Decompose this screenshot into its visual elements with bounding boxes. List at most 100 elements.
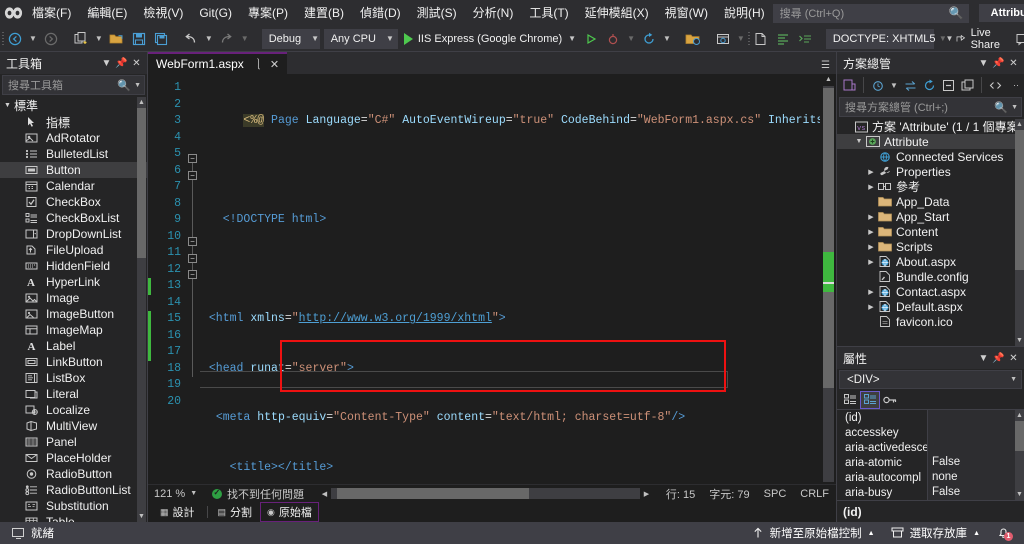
expander-icon[interactable]: ▼ <box>853 138 865 145</box>
attach-to-process-button[interactable] <box>602 28 624 50</box>
attach-dropdown-icon[interactable]: ▼ <box>624 34 638 43</box>
start-without-debugging-button[interactable] <box>580 28 602 50</box>
configuration-dropdown[interactable]: Debug ▼ <box>261 28 320 49</box>
expander-icon[interactable]: ▶ <box>865 183 877 191</box>
browse-with-button[interactable] <box>682 28 704 50</box>
toolbox-item-multiview[interactable]: MultiView <box>0 418 147 434</box>
property-row[interactable]: aria-activedesce <box>837 440 1024 455</box>
tree-node-bundle-config[interactable]: Bundle.config <box>837 269 1024 284</box>
alphabetical-view-icon[interactable] <box>860 390 880 409</box>
properties-object-dropdown[interactable]: <DIV> ▼ <box>839 370 1022 389</box>
tree-node-content[interactable]: ▶ Content <box>837 224 1024 239</box>
toolbox-search-input[interactable]: 搜尋工具箱 🔍 ▼ <box>2 75 145 95</box>
tree-node--[interactable]: ▶ 參考 <box>837 179 1024 194</box>
menu-build[interactable]: 建置(B) <box>296 0 352 26</box>
hscroll-thumb[interactable] <box>337 488 529 499</box>
property-value[interactable]: False <box>927 485 1024 500</box>
tree-node-favicon-ico[interactable]: favicon.ico <box>837 314 1024 329</box>
pending-changes-dropdown-icon[interactable]: ▼ <box>887 81 901 90</box>
toolbar-overflow-icon[interactable]: ▼ <box>936 34 950 43</box>
tab-close-icon[interactable]: ✕ <box>267 58 282 71</box>
tab-pin-icon[interactable]: ⎱ <box>250 56 267 72</box>
toolbox-scrollbar-thumb[interactable] <box>137 108 146 258</box>
chevron-down-icon[interactable]: ▼ <box>1011 104 1018 111</box>
properties-scroll-down-icon[interactable]: ▼ <box>1015 489 1024 500</box>
property-value[interactable]: False <box>927 455 1024 470</box>
zoom-level-dropdown[interactable]: 121 % ▼ <box>148 488 204 500</box>
run-target-dropdown-icon[interactable]: ▼ <box>568 34 576 43</box>
redo-dropdown-icon[interactable]: ▼ <box>238 34 252 43</box>
editor-tab-webform1[interactable]: WebForm1.aspx ⎱ ✕ <box>148 52 288 74</box>
toolbox-pin-icon[interactable]: 📌 <box>114 54 129 72</box>
add-to-source-control-button[interactable]: 新增至原始檔控制 ▲ <box>744 522 883 544</box>
property-row[interactable]: aria-autocompl none <box>837 470 1024 485</box>
tree-node-app-start[interactable]: ▶ App_Start <box>837 209 1024 224</box>
scroll-up-icon[interactable]: ▲ <box>823 74 834 85</box>
platform-dropdown[interactable]: Any CPU ▼ <box>323 28 398 49</box>
global-search-input[interactable]: 搜尋 (Ctrl+Q) 🔍 <box>772 3 969 23</box>
toolbox-item-imagemap[interactable]: ImageMap <box>0 322 147 338</box>
navigate-backward-dropdown-icon[interactable]: ▼ <box>26 34 40 43</box>
collapse-all-icon[interactable] <box>939 76 958 95</box>
toolbox-close-icon[interactable]: ✕ <box>129 54 144 72</box>
save-button[interactable] <box>128 28 150 50</box>
toolbox-item-table[interactable]: Table <box>0 514 147 522</box>
code-text-area[interactable]: <%@ Page Language="C#" AutoEventWireup="… <box>200 74 820 484</box>
hscroll-left-icon[interactable]: ◀ <box>318 490 331 498</box>
solution-root-node[interactable]: vs 方案 'Attribute' (1 / 1 個專案) <box>837 119 1024 134</box>
view-in-browser-dropdown-icon[interactable]: ▼ <box>734 34 748 43</box>
expander-icon[interactable]: ▶ <box>865 288 877 296</box>
new-project-dropdown-icon[interactable]: ▼ <box>92 34 106 43</box>
fold-toggle-div[interactable]: − <box>188 270 197 279</box>
fold-toggle-head[interactable]: − <box>188 171 197 180</box>
notifications-button[interactable]: 1 <box>988 522 1020 544</box>
show-all-files-icon[interactable] <box>958 76 977 95</box>
menu-view[interactable]: 檢視(V) <box>135 0 191 26</box>
view-code-icon[interactable] <box>986 76 1005 95</box>
tree-scroll-up-icon[interactable]: ▲ <box>1015 119 1024 130</box>
properties-key-icon[interactable] <box>880 391 900 409</box>
toolbox-item-checkboxlist[interactable]: CheckBoxList <box>0 210 147 226</box>
toolbox-item-dropdownlist[interactable]: DropDownList <box>0 226 147 242</box>
toolbox-item-radiobutton[interactable]: RadioButton <box>0 466 147 482</box>
editor-horizontal-scrollbar[interactable]: ◀ ▶ <box>318 486 653 502</box>
tree-node-about-aspx[interactable]: ▶ About.aspx <box>837 254 1024 269</box>
chevron-down-icon[interactable]: ▼ <box>134 82 141 89</box>
tree-node-contact-aspx[interactable]: ▶ Contact.aspx <box>837 284 1024 299</box>
menu-project[interactable]: 專案(P) <box>240 0 296 26</box>
tree-scrollbar-thumb[interactable] <box>1015 130 1024 270</box>
view-tab-split[interactable]: ▤ 分割 <box>212 503 259 521</box>
property-value[interactable] <box>927 425 1024 440</box>
toolbox-menu-icon[interactable]: ▼ <box>99 54 114 72</box>
menu-tools[interactable]: 工具(T) <box>521 0 576 26</box>
toolbox-list[interactable]: ▼ 標準 指標 AdRotator BulletedList Button Calend… <box>0 97 147 522</box>
tree-node-app-data[interactable]: App_Data <box>837 194 1024 209</box>
view-in-browser-button[interactable] <box>712 28 734 50</box>
expander-icon[interactable]: ▶ <box>865 228 877 236</box>
property-row[interactable]: (id) <box>837 410 1024 425</box>
undo-button[interactable] <box>180 28 202 50</box>
live-share-button[interactable]: Live Share <box>950 27 1011 51</box>
toolbox-item-calendar[interactable]: Calendar <box>0 178 147 194</box>
feedback-button[interactable] <box>1011 28 1024 50</box>
se-overflow-icon[interactable]: ·· <box>1013 80 1021 90</box>
hscroll-right-icon[interactable]: ▶ <box>640 490 653 498</box>
tree-node-properties[interactable]: ▶ Properties <box>837 164 1024 179</box>
toolbox-item-hiddenfield[interactable]: HiddenField <box>0 258 147 274</box>
expander-icon[interactable]: ▶ <box>865 168 877 176</box>
switch-views-icon[interactable] <box>840 76 859 95</box>
toolbox-item-imagebutton[interactable]: ImageButton <box>0 306 147 322</box>
toolbox-item-literal[interactable]: Literal <box>0 386 147 402</box>
menu-edit[interactable]: 編輯(E) <box>79 0 135 26</box>
navigate-backward-button[interactable] <box>4 28 26 50</box>
toolbox-group-standard[interactable]: ▼ 標準 <box>0 97 147 114</box>
properties-scrollbar-thumb[interactable] <box>1015 421 1024 451</box>
menu-analyze[interactable]: 分析(N) <box>465 0 522 26</box>
toolbox-scroll-up-icon[interactable]: ▲ <box>137 97 146 108</box>
tree-node-connected-services[interactable]: Connected Services <box>837 149 1024 164</box>
menu-debug[interactable]: 偵錯(D) <box>352 0 409 26</box>
comment-selection-button[interactable] <box>794 28 816 50</box>
indent-mode[interactable]: SPC <box>757 488 794 500</box>
refresh-icon[interactable] <box>920 76 939 95</box>
property-row[interactable]: accesskey <box>837 425 1024 440</box>
